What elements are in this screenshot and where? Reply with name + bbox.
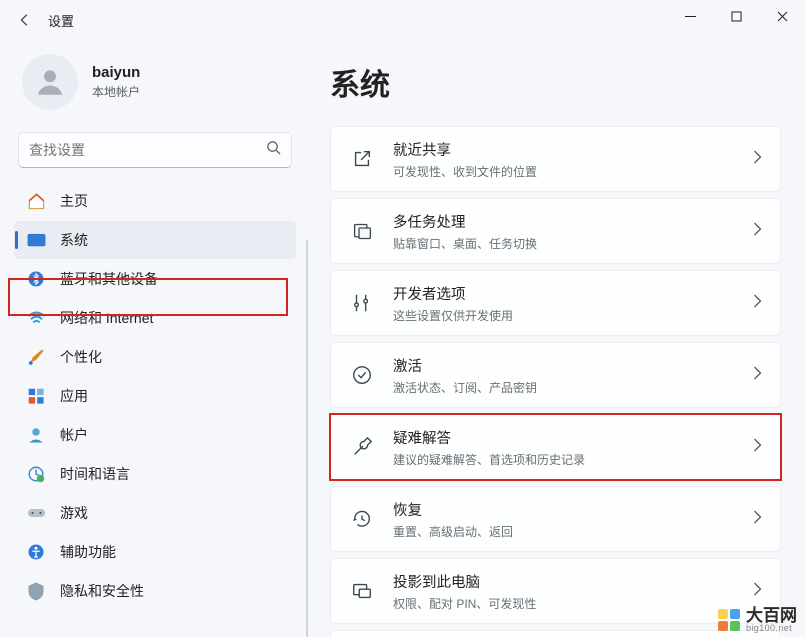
nav-label: 时间和语言 — [60, 464, 130, 484]
chevron-right-icon — [753, 438, 762, 457]
nav-accessibility[interactable]: 辅助功能 — [14, 533, 296, 571]
setting-nearby-share[interactable]: 就近共享 可发现性、收到文件的位置 — [330, 126, 781, 192]
setting-title: 疑难解答 — [393, 427, 753, 448]
sidebar: baiyun 本地帐户 主页 — [0, 40, 310, 637]
wrench-icon — [349, 434, 375, 460]
nav-label: 游戏 — [60, 503, 88, 523]
clock-globe-icon — [26, 464, 46, 484]
setting-troubleshoot[interactable]: 疑难解答 建议的疑难解答、首选项和历史记录 — [330, 414, 781, 480]
nav-label: 系统 — [60, 230, 88, 250]
watermark-sub: big100.net — [746, 624, 797, 633]
setting-remote-desktop[interactable]: 远程桌面 — [330, 630, 781, 637]
gaming-icon — [26, 503, 46, 523]
setting-multitask[interactable]: 多任务处理 贴靠窗口、桌面、任务切换 — [330, 198, 781, 264]
nav-gaming[interactable]: 游戏 — [14, 494, 296, 532]
nav-label: 个性化 — [60, 347, 102, 367]
nav: 主页 系统 蓝牙和其他设备 — [10, 182, 300, 610]
nav-personalize[interactable]: 个性化 — [14, 338, 296, 376]
user-sub: 本地帐户 — [92, 83, 140, 100]
nav-label: 主页 — [60, 191, 88, 211]
chevron-right-icon — [753, 222, 762, 241]
nav-label: 辅助功能 — [60, 542, 116, 562]
network-icon — [26, 308, 46, 328]
nav-apps[interactable]: 应用 — [14, 377, 296, 415]
setting-sub: 建议的疑难解答、首选项和历史记录 — [393, 451, 753, 468]
nav-label: 网络和 Internet — [60, 308, 153, 328]
nav-bluetooth[interactable]: 蓝牙和其他设备 — [14, 260, 296, 298]
user-name: baiyun — [92, 64, 140, 81]
chevron-right-icon — [753, 150, 762, 169]
share-icon — [349, 146, 375, 172]
watermark-main: 大百网 — [746, 607, 797, 624]
home-icon — [26, 191, 46, 211]
setting-sub: 重置、高级启动、返回 — [393, 523, 753, 540]
nav-label: 帐户 — [60, 425, 88, 445]
setting-sub: 激活状态、订阅、产品密钥 — [393, 379, 753, 396]
setting-sub: 这些设置仅供开发使用 — [393, 307, 753, 324]
sidebar-scrollbar[interactable] — [306, 240, 308, 637]
chevron-right-icon — [753, 582, 762, 601]
setting-developers[interactable]: 开发者选项 这些设置仅供开发使用 — [330, 270, 781, 336]
minimize-button[interactable] — [667, 0, 713, 32]
nav-label: 应用 — [60, 386, 88, 406]
setting-sub: 权限、配对 PIN、可发现性 — [393, 595, 753, 612]
setting-title: 恢复 — [393, 499, 753, 520]
watermark-logo — [718, 609, 740, 631]
setting-title: 开发者选项 — [393, 283, 753, 304]
back-button[interactable] — [8, 3, 42, 37]
window-title: 设置 — [48, 11, 74, 30]
brush-icon — [26, 347, 46, 367]
setting-sub: 贴靠窗口、桌面、任务切换 — [393, 235, 753, 252]
apps-icon — [26, 386, 46, 406]
setting-sub: 可发现性、收到文件的位置 — [393, 163, 753, 180]
tools-icon — [349, 290, 375, 316]
nav-label: 蓝牙和其他设备 — [60, 269, 158, 289]
nav-network[interactable]: 网络和 Internet — [14, 299, 296, 337]
chevron-right-icon — [753, 366, 762, 385]
nav-time-lang[interactable]: 时间和语言 — [14, 455, 296, 493]
chevron-right-icon — [753, 510, 762, 529]
setting-recovery[interactable]: 恢复 重置、高级启动、返回 — [330, 486, 781, 552]
search-input[interactable] — [29, 142, 266, 158]
page-title: 系统 — [330, 60, 781, 104]
setting-project[interactable]: 投影到此电脑 权限、配对 PIN、可发现性 — [330, 558, 781, 624]
project-icon — [349, 578, 375, 604]
bluetooth-icon — [26, 269, 46, 289]
nav-system[interactable]: 系统 — [14, 221, 296, 259]
multitask-icon — [349, 218, 375, 244]
search-icon — [266, 140, 281, 160]
chevron-right-icon — [753, 294, 762, 313]
check-circle-icon — [349, 362, 375, 388]
watermark: 大百网 big100.net — [718, 607, 797, 633]
nav-home[interactable]: 主页 — [14, 182, 296, 220]
setting-activation[interactable]: 激活 激活状态、订阅、产品密钥 — [330, 342, 781, 408]
maximize-button[interactable] — [713, 0, 759, 32]
setting-title: 投影到此电脑 — [393, 571, 753, 592]
nav-accounts[interactable]: 帐户 — [14, 416, 296, 454]
avatar — [22, 54, 78, 110]
setting-title: 激活 — [393, 355, 753, 376]
account-icon — [26, 425, 46, 445]
search-box[interactable] — [18, 132, 292, 168]
titlebar: 设置 — [0, 0, 805, 40]
main-panel: 系统 就近共享 可发现性、收到文件的位置 — [310, 40, 805, 637]
settings-list: 就近共享 可发现性、收到文件的位置 多任务处理 贴靠窗口、桌面、任务切换 — [330, 126, 781, 637]
nav-privacy[interactable]: 隐私和安全性 — [14, 572, 296, 610]
setting-title: 多任务处理 — [393, 211, 753, 232]
recovery-icon — [349, 506, 375, 532]
accessibility-icon — [26, 542, 46, 562]
system-icon — [26, 230, 46, 250]
nav-label: 隐私和安全性 — [60, 581, 144, 601]
shield-icon — [26, 581, 46, 601]
setting-title: 就近共享 — [393, 139, 753, 160]
user-block[interactable]: baiyun 本地帐户 — [10, 48, 300, 128]
close-button[interactable] — [759, 0, 805, 32]
